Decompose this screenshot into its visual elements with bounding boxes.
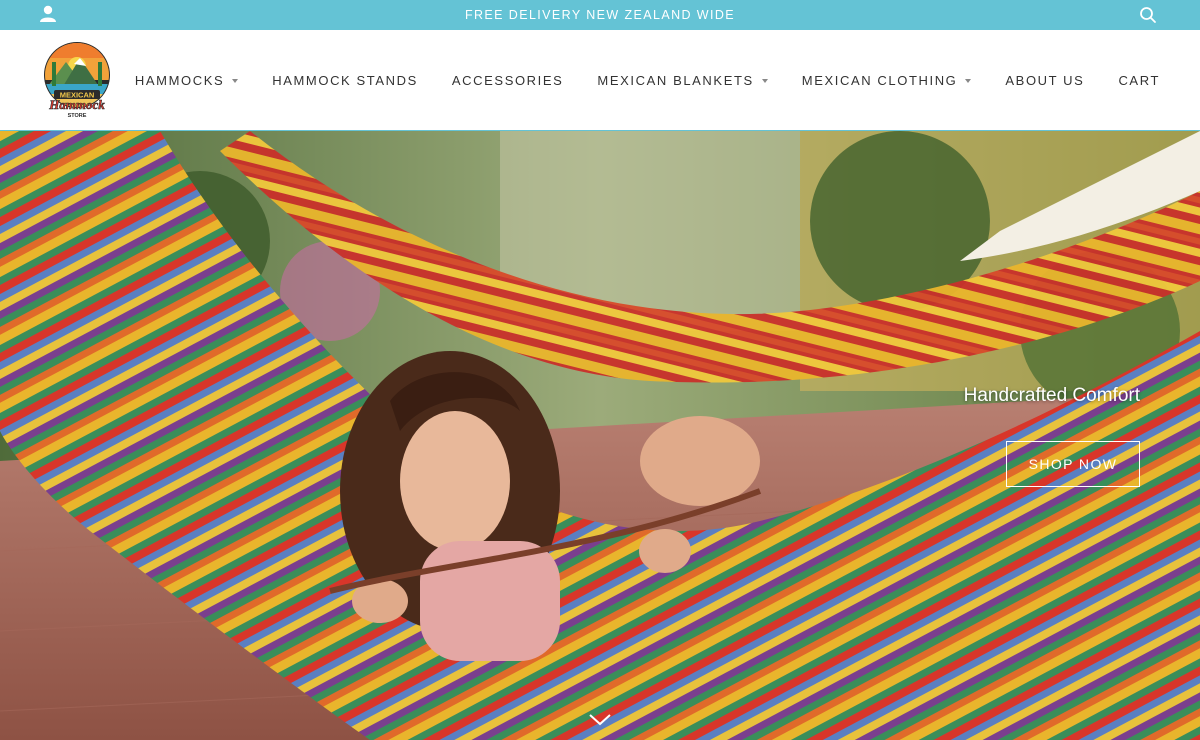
hero-banner: Handcrafted Comfort SHOP NOW bbox=[0, 131, 1200, 740]
chevron-down-icon[interactable] bbox=[588, 713, 612, 727]
hero-title: Handcrafted Comfort bbox=[963, 385, 1140, 406]
nav-item-mexican-blankets[interactable]: MEXICAN BLANKETS bbox=[597, 72, 768, 88]
nav-item-hammock-stands[interactable]: HAMMOCK STANDS bbox=[272, 73, 418, 88]
caret-down-icon bbox=[965, 78, 972, 83]
announcement-text: FREE DELIVERY NEW ZEALAND WIDE bbox=[464, 8, 736, 22]
nav-item-label: ACCESSORIES bbox=[451, 72, 564, 88]
nav-item-label: ABOUT US bbox=[1005, 72, 1085, 88]
nav-item-mexican-clothing[interactable]: MEXICAN CLOTHING bbox=[802, 73, 972, 88]
nav-item-label: HAMMOCKS bbox=[134, 72, 225, 88]
site-header: MEXICAN Hammock STORE HAMMOCKS HAMMOCK S… bbox=[0, 30, 1200, 131]
logo-text-bottom: STORE bbox=[68, 113, 87, 119]
nav-item-hammocks[interactable]: HAMMOCKS bbox=[134, 72, 239, 88]
logo-text-main: Hammock bbox=[48, 97, 105, 112]
search-icon[interactable] bbox=[1139, 6, 1157, 24]
shop-now-button[interactable]: SHOP NOW bbox=[1006, 441, 1140, 487]
caret-down-icon bbox=[761, 78, 768, 83]
nav-item-accessories[interactable]: ACCESSORIES bbox=[452, 73, 564, 88]
caret-down-icon bbox=[232, 78, 239, 83]
nav-item-label: MEXICAN BLANKETS bbox=[597, 72, 754, 88]
nav-item-label: CART bbox=[1118, 72, 1160, 88]
nav-item-about-us[interactable]: ABOUT US bbox=[1005, 73, 1084, 88]
main-nav: HAMMOCKS HAMMOCK STANDS ACCESSORIES MEXI… bbox=[101, 30, 1160, 130]
nav-item-label: MEXICAN CLOTHING bbox=[801, 72, 958, 88]
nav-item-label: HAMMOCK STANDS bbox=[272, 72, 418, 88]
nav-item-cart[interactable]: CART bbox=[1118, 73, 1160, 88]
hero-image bbox=[0, 131, 1200, 740]
announcement-bar: FREE DELIVERY NEW ZEALAND WIDE bbox=[0, 0, 1200, 30]
